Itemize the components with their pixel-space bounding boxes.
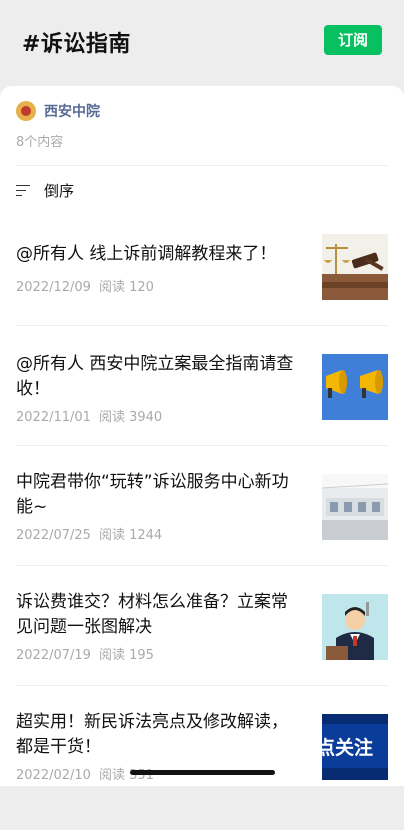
source-name[interactable]: 西安中院: [44, 101, 100, 121]
article-date: 2022/07/25: [16, 528, 91, 543]
article-thumbnail[interactable]: [322, 594, 388, 660]
court-emblem-icon: [16, 101, 36, 121]
article-reads: 阅读 120: [98, 280, 154, 295]
article-item[interactable]: @所有人 西安中院立案最全指南请查收！ 2022/11/01 阅读 3940: [16, 352, 388, 472]
article-title[interactable]: @所有人 西安中院立案最全指南请查收！: [16, 352, 304, 402]
service-hall-image: [322, 474, 388, 540]
article-reads: 阅读 1244: [98, 528, 163, 543]
gavel-scale-image: [322, 234, 388, 300]
content-count: 8个内容: [16, 135, 64, 150]
home-indicator: [130, 770, 275, 775]
divider: [16, 325, 388, 326]
content-card: 西安中院 8个内容 倒序 @所有人 线上诉前调解教程来了！ 2022/12/09…: [0, 86, 404, 786]
article-item[interactable]: 诉讼费谁交？材料怎么准备？立案常见问题一张图解决 2022/07/19 阅读 19…: [16, 590, 388, 710]
article-title[interactable]: 超实用！新民诉法亮点及修改解读，都是干货！: [16, 710, 304, 760]
article-thumbnail[interactable]: [322, 234, 388, 300]
article-meta: 2022/12/09 阅读 120: [16, 276, 154, 295]
page-title: #诉讼指南: [22, 32, 131, 57]
divider: [16, 165, 388, 166]
article-thumbnail[interactable]: [322, 354, 388, 420]
follow-banner-image: 点关注: [322, 714, 388, 780]
subscribe-button[interactable]: 订阅: [324, 25, 382, 55]
article-item[interactable]: @所有人 线上诉前调解教程来了！ 2022/12/09 阅读 120: [16, 234, 388, 356]
thumb-text: 点关注: [322, 736, 373, 759]
article-date: 2022/02/10: [16, 768, 91, 783]
sort-icon: [16, 184, 32, 198]
sort-label: 倒序: [44, 182, 75, 200]
divider: [16, 685, 388, 686]
article-meta: 2022/07/19 阅读 195: [16, 644, 154, 663]
article-thumbnail[interactable]: [322, 474, 388, 540]
sort-toggle[interactable]: 倒序: [16, 180, 74, 201]
article-date: 2022/11/01: [16, 410, 91, 425]
article-title[interactable]: 中院君带你“玩转”诉讼服务中心新功能~: [16, 470, 304, 520]
judge-cartoon-image: [322, 594, 388, 660]
article-title[interactable]: @所有人 线上诉前调解教程来了！: [16, 242, 304, 267]
megaphone-image: [322, 354, 388, 420]
article-meta: 2022/11/01 阅读 3940: [16, 406, 162, 425]
article-reads: 阅读 3940: [98, 410, 163, 425]
article-date: 2022/07/19: [16, 648, 91, 663]
article-item[interactable]: 中院君带你“玩转”诉讼服务中心新功能~ 2022/07/25 阅读 1244: [16, 470, 388, 590]
article-reads: 阅读 195: [98, 648, 154, 663]
article-meta: 2022/07/25 阅读 1244: [16, 524, 162, 543]
divider: [16, 445, 388, 446]
divider: [16, 565, 388, 566]
top-bar: #诉讼指南 订阅: [0, 0, 404, 88]
article-title[interactable]: 诉讼费谁交？材料怎么准备？立案常见问题一张图解决: [16, 590, 304, 640]
source-account[interactable]: 西安中院: [16, 100, 100, 122]
article-date: 2022/12/09: [16, 280, 91, 295]
article-thumbnail[interactable]: 点关注: [322, 714, 388, 780]
